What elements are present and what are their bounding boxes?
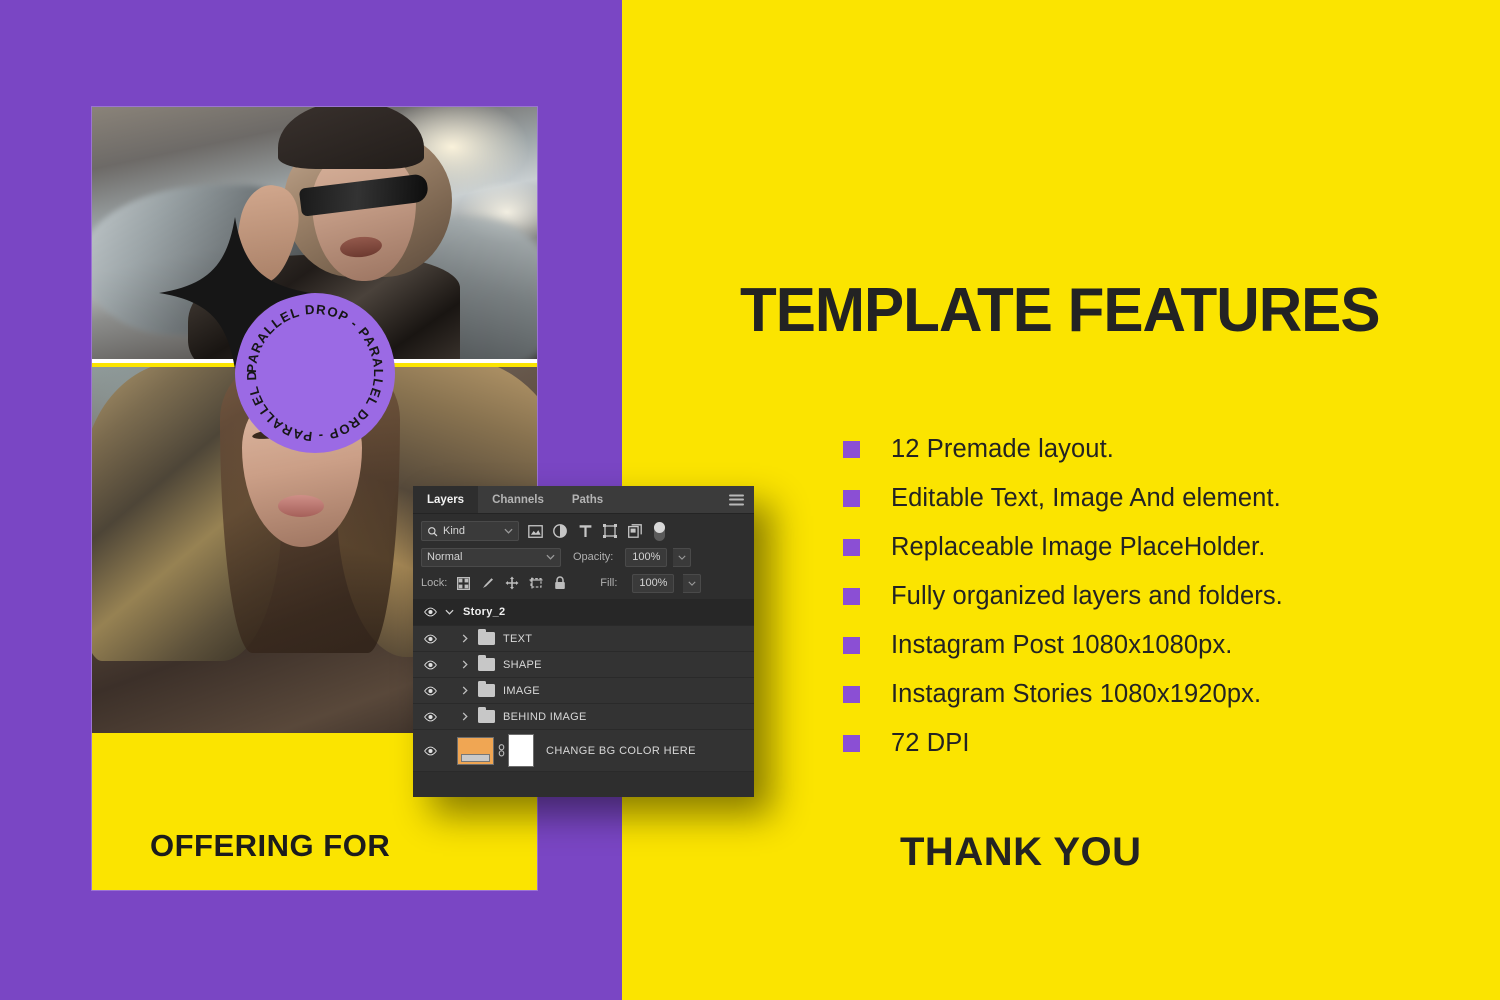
- filter-kind-label: Kind: [443, 525, 466, 537]
- chevron-down-icon: [688, 581, 696, 586]
- folder-icon: [478, 655, 495, 671]
- opacity-value-field[interactable]: 100%: [625, 547, 668, 567]
- tab-channels[interactable]: Channels: [478, 486, 558, 513]
- folder-icon: [478, 707, 495, 723]
- lock-image-pixels-icon[interactable]: [480, 576, 495, 591]
- lock-transparent-pixels-icon[interactable]: [456, 576, 471, 591]
- feature-label: Instagram Post 1080x1080px.: [891, 631, 1233, 659]
- lock-artboard-nesting-icon[interactable]: [528, 576, 543, 591]
- chevron-down-icon: [504, 528, 513, 534]
- poster-heading: OFFERING FOR: [150, 828, 391, 863]
- layer-thumbnail[interactable]: [457, 736, 494, 765]
- bullet-square-icon: [843, 588, 860, 605]
- panel-tab-bar: Layers Channels Paths: [413, 486, 754, 514]
- eye-icon[interactable]: [419, 660, 441, 670]
- photoshop-layers-panel[interactable]: Layers Channels Paths Kind Normal Opacit…: [413, 486, 754, 797]
- layer-name-text: TEXT: [503, 632, 533, 645]
- feature-label: Replaceable Image PlaceHolder.: [891, 533, 1266, 561]
- bullet-square-icon: [843, 637, 860, 654]
- lock-position-icon[interactable]: [504, 576, 519, 591]
- model-hat: [278, 107, 424, 169]
- lock-row: Lock: Fill: 100%: [413, 570, 754, 596]
- blend-mode-value: Normal: [427, 551, 463, 563]
- layer-name-change-bg-color: CHANGE BG COLOR HERE: [546, 744, 696, 757]
- fill-value-field[interactable]: 100%: [632, 573, 675, 593]
- blend-mode-row: Normal Opacity: 100%: [413, 544, 754, 570]
- chevron-down-icon[interactable]: [441, 609, 457, 615]
- badge-sparkle-icon: [159, 217, 311, 369]
- search-icon: [428, 526, 438, 536]
- list-item: Instagram Post 1080x1080px.: [843, 621, 1443, 670]
- bullet-square-icon: [843, 441, 860, 458]
- layer-name-story2: Story_2: [463, 606, 506, 618]
- feature-label: Editable Text, Image And element.: [891, 484, 1281, 512]
- fill-stepper-chevron[interactable]: [683, 573, 702, 593]
- folder-icon: [478, 629, 495, 645]
- blend-mode-dropdown[interactable]: Normal: [421, 547, 561, 567]
- pixel-layer-filter-icon[interactable]: [526, 522, 544, 540]
- folder-icon: [478, 681, 495, 697]
- layer-filter-row: Kind: [413, 514, 754, 544]
- opacity-stepper-chevron[interactable]: [673, 547, 692, 567]
- hamburger-menu-icon[interactable]: [729, 494, 744, 505]
- bullet-square-icon: [843, 539, 860, 556]
- lock-label: Lock:: [421, 577, 448, 589]
- layer-row-behind-image[interactable]: BEHIND IMAGE: [413, 704, 754, 730]
- parallel-drop-circular-badge: PARALLEL DROP - PARALLEL DROP - PARALLEL…: [159, 217, 395, 453]
- eye-icon[interactable]: [419, 712, 441, 722]
- filter-kind-dropdown[interactable]: Kind: [421, 521, 519, 541]
- chevron-right-icon[interactable]: [457, 712, 473, 721]
- layer-row-shape[interactable]: SHAPE: [413, 652, 754, 678]
- shape-layer-filter-icon[interactable]: [601, 522, 619, 540]
- feature-label: Instagram Stories 1080x1920px.: [891, 680, 1262, 708]
- layers-list: Story_2 TEXT SHAPE IMAGE BEHIND IMAGE CH…: [413, 599, 754, 772]
- list-item: 72 DPI: [843, 719, 1443, 768]
- chevron-right-icon[interactable]: [457, 686, 473, 695]
- eye-icon[interactable]: [419, 607, 441, 617]
- layer-mask-thumbnail[interactable]: [508, 734, 534, 767]
- chevron-right-icon[interactable]: [457, 634, 473, 643]
- tab-layers[interactable]: Layers: [413, 486, 479, 513]
- smart-object-filter-icon[interactable]: [626, 522, 644, 540]
- feature-label: 72 DPI: [891, 729, 970, 757]
- photo-bottom-model-lips: [278, 495, 324, 517]
- eye-icon[interactable]: [419, 686, 441, 696]
- feature-label: 12 Premade layout.: [891, 435, 1114, 463]
- chevron-down-icon: [678, 555, 686, 560]
- opacity-label: Opacity:: [573, 551, 614, 563]
- adjustment-layer-filter-icon[interactable]: [551, 522, 569, 540]
- list-item: Fully organized layers and folders.: [843, 572, 1443, 621]
- lock-all-icon[interactable]: [552, 576, 567, 591]
- tab-paths[interactable]: Paths: [558, 486, 617, 513]
- link-mask-icon[interactable]: [494, 744, 508, 757]
- eye-icon[interactable]: [419, 634, 441, 644]
- layer-row-text[interactable]: TEXT: [413, 626, 754, 652]
- layer-name-shape: SHAPE: [503, 658, 542, 671]
- page-title: TEMPLATE FEATURES: [740, 276, 1380, 345]
- list-item: Instagram Stories 1080x1920px.: [843, 670, 1443, 719]
- layer-name-image: IMAGE: [503, 684, 540, 697]
- layer-row-change-bg-color[interactable]: CHANGE BG COLOR HERE: [413, 730, 754, 772]
- fill-label: Fill:: [600, 577, 618, 589]
- filter-enable-toggle[interactable]: [654, 521, 665, 541]
- bullet-square-icon: [843, 686, 860, 703]
- bullet-square-icon: [843, 490, 860, 507]
- list-item: Replaceable Image PlaceHolder.: [843, 523, 1443, 572]
- list-item: Editable Text, Image And element.: [843, 474, 1443, 523]
- feature-label: Fully organized layers and folders.: [891, 582, 1283, 610]
- chevron-down-icon: [546, 554, 555, 560]
- chevron-right-icon[interactable]: [457, 660, 473, 669]
- type-layer-filter-icon[interactable]: [576, 522, 594, 540]
- features-list: 12 Premade layout. Editable Text, Image …: [843, 425, 1443, 768]
- bullet-square-icon: [843, 735, 860, 752]
- layer-row-image[interactable]: IMAGE: [413, 678, 754, 704]
- layer-row-story2[interactable]: Story_2: [413, 599, 754, 626]
- layer-name-behind-image: BEHIND IMAGE: [503, 710, 587, 723]
- list-item: 12 Premade layout.: [843, 425, 1443, 474]
- eye-icon[interactable]: [419, 746, 441, 756]
- closing-text: THANK YOU: [900, 830, 1142, 874]
